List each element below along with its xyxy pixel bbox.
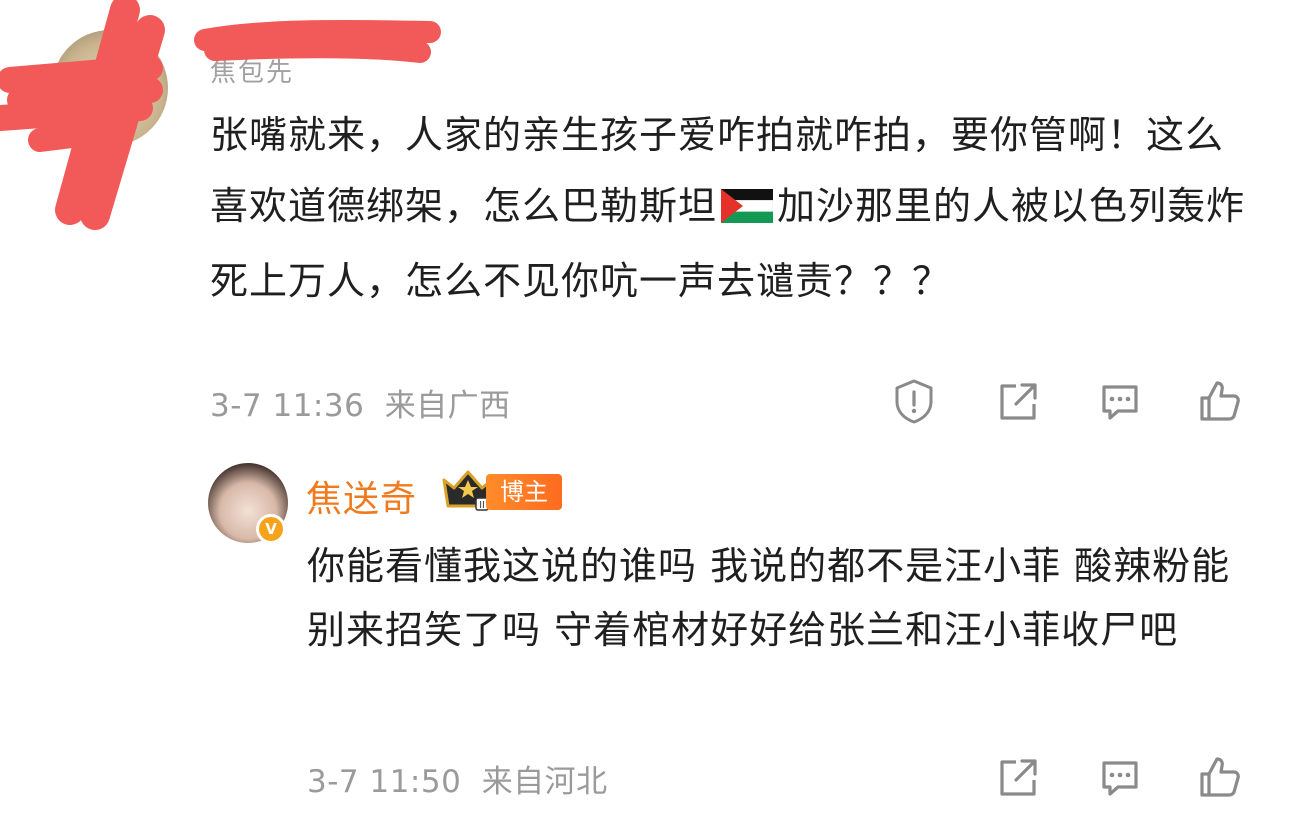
reply-like-icon[interactable] xyxy=(1196,753,1244,801)
comment-icon[interactable] xyxy=(1096,377,1144,425)
report-icon[interactable] xyxy=(890,377,938,425)
reply-share-icon[interactable] xyxy=(994,753,1042,801)
share-icon[interactable] xyxy=(994,377,1042,425)
comment-time: 3-7 11:36 xyxy=(210,388,365,424)
blogger-tag: 博主 xyxy=(486,474,562,510)
comment-text: 张嘴就来，人家的亲生孩子爱咋拍就咋拍，要你管啊！这么喜欢道德绑架，怎么巴勒斯坦加… xyxy=(210,100,1260,317)
palestine-flag-icon xyxy=(720,175,774,246)
reply-text: 你能看懂我这说的谁吗 我说的都不是汪小菲 酸辣粉能别来招笑了吗 守着棺材好好给张… xyxy=(307,544,1231,652)
reply-comment-icon[interactable] xyxy=(1096,753,1144,801)
reply-location: 来自河北 xyxy=(481,764,608,800)
verified-badge-icon: V xyxy=(256,514,286,544)
svg-text:II: II xyxy=(479,500,485,511)
blogger-name[interactable]: 焦送奇 xyxy=(306,470,417,522)
reply-meta: 3-7 11:50 来自河北 xyxy=(307,756,608,801)
comment-location: 来自广西 xyxy=(384,388,511,424)
like-icon[interactable] xyxy=(1196,377,1244,425)
comment-meta: 3-7 11:36 来自广西 xyxy=(210,380,511,425)
reply-time: 3-7 11:50 xyxy=(307,764,462,800)
